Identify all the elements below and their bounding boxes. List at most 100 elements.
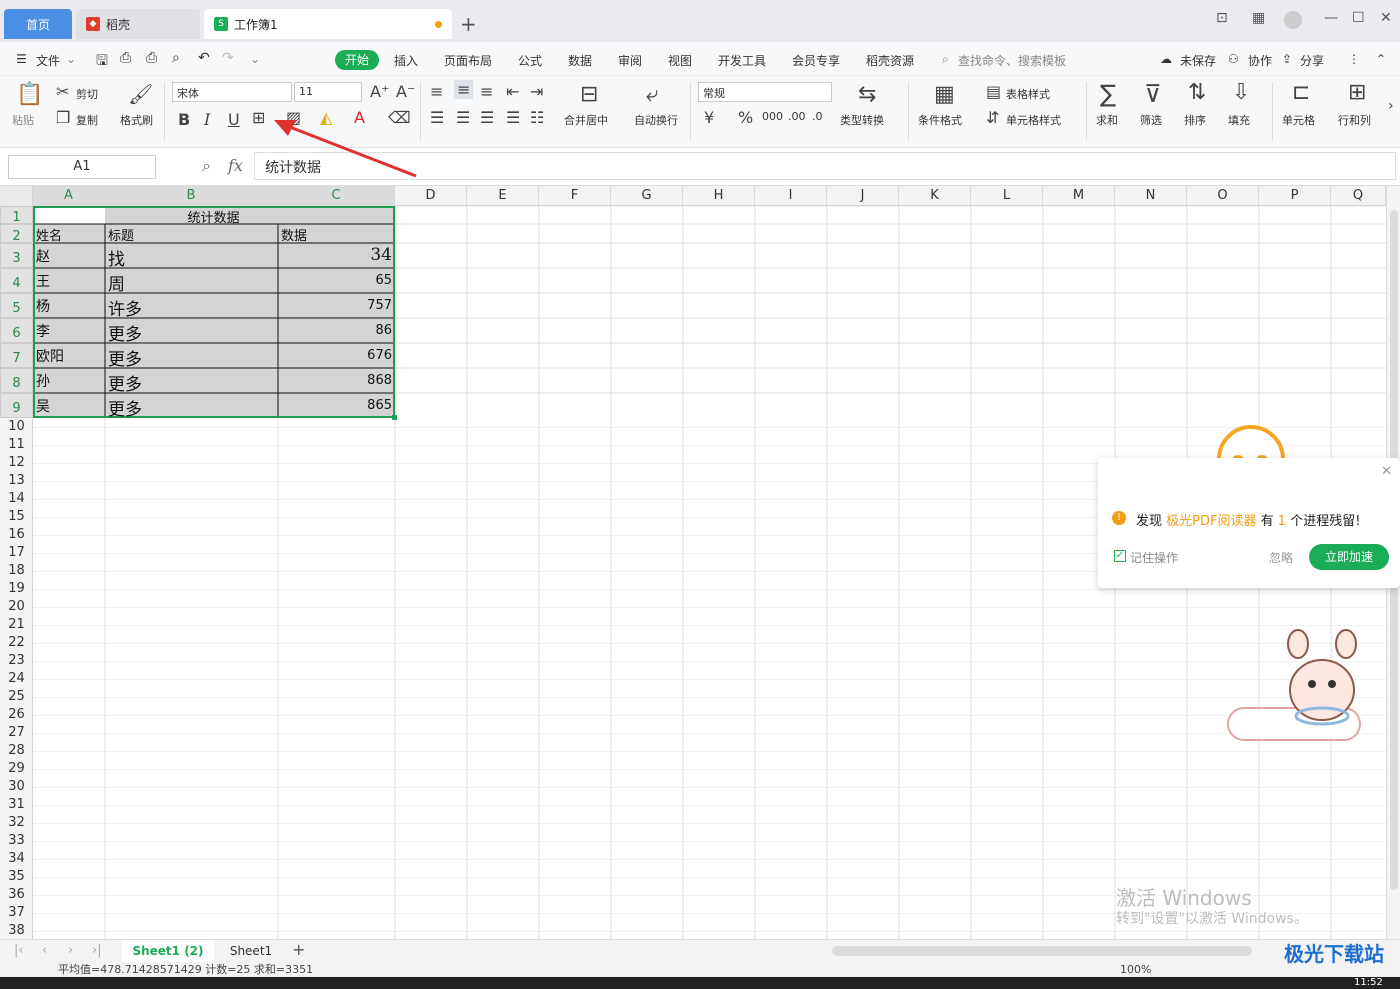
menu-developer[interactable]: 开发工具: [718, 52, 766, 69]
italic-icon[interactable]: I: [204, 110, 210, 129]
underline-icon[interactable]: U: [228, 110, 240, 129]
column-header[interactable]: B: [105, 186, 278, 206]
column-header[interactable]: I: [755, 186, 827, 206]
avatar[interactable]: [1284, 11, 1302, 29]
row-header[interactable]: 31: [0, 796, 33, 814]
menu-member[interactable]: 会员专享: [792, 52, 840, 69]
decrease-font-icon[interactable]: A⁻: [396, 82, 415, 101]
next-sheet-icon[interactable]: ›: [68, 943, 73, 958]
sheet-tab[interactable]: Sheet1: [218, 940, 284, 962]
remember-checkbox[interactable]: ✓: [1114, 550, 1126, 562]
row-header[interactable]: 2: [0, 224, 33, 244]
increase-font-icon[interactable]: A⁺: [370, 82, 389, 101]
menu-data[interactable]: 数据: [568, 52, 592, 69]
column-header[interactable]: L: [971, 186, 1043, 206]
indent-increase-icon[interactable]: ⇥: [530, 82, 543, 101]
row-header[interactable]: 33: [0, 832, 33, 850]
paste-icon[interactable]: 📋: [16, 82, 43, 107]
data-cell[interactable]: 赵: [36, 246, 50, 266]
menu-file[interactable]: 文件: [36, 52, 60, 69]
row-header[interactable]: 10: [0, 418, 33, 436]
export-pdf-icon[interactable]: ⎙: [120, 50, 131, 66]
data-cell[interactable]: 34: [281, 245, 392, 265]
column-header[interactable]: M: [1043, 186, 1115, 206]
speed-up-button[interactable]: 立即加速: [1309, 544, 1389, 570]
share-button[interactable]: 分享: [1300, 52, 1324, 69]
cell-style-button[interactable]: 单元格样式: [1006, 112, 1061, 128]
chevron-down-icon[interactable]: ⌄: [66, 52, 76, 66]
row-header[interactable]: 19: [0, 580, 33, 598]
menu-review[interactable]: 审阅: [618, 52, 642, 69]
distribute-icon[interactable]: ☷: [530, 108, 544, 127]
table-title-cell[interactable]: 统计数据: [105, 207, 322, 226]
row-header[interactable]: 34: [0, 850, 33, 868]
undo-icon[interactable]: ↶: [198, 50, 210, 66]
redo-icon[interactable]: ↷: [222, 50, 234, 66]
data-cell[interactable]: 65: [281, 273, 392, 288]
currency-icon[interactable]: ¥: [704, 108, 714, 127]
menu-start[interactable]: 开始: [335, 50, 379, 70]
column-header[interactable]: K: [899, 186, 971, 206]
table-style-button[interactable]: 表格样式: [1006, 86, 1050, 102]
column-header[interactable]: A: [33, 186, 105, 206]
new-tab-icon[interactable]: +: [460, 12, 477, 36]
thousands-icon[interactable]: 000: [762, 110, 783, 123]
ribbon-scroll-right-icon[interactable]: ›: [1388, 98, 1394, 114]
wrap-text-button[interactable]: 自动换行: [634, 112, 678, 128]
row-header[interactable]: 36: [0, 886, 33, 904]
cut-button[interactable]: 剪切: [76, 86, 98, 102]
header-cell[interactable]: 标题: [108, 225, 134, 244]
row-header[interactable]: 29: [0, 760, 33, 778]
menu-view[interactable]: 视图: [668, 52, 692, 69]
preview-icon[interactable]: ⌕: [172, 50, 180, 66]
grid-apps-icon[interactable]: ▦: [1252, 10, 1265, 26]
row-header[interactable]: 38: [0, 922, 33, 939]
row-column-button[interactable]: 行和列: [1338, 112, 1371, 128]
data-cell[interactable]: 更多: [108, 320, 142, 345]
column-header[interactable]: Q: [1331, 186, 1386, 206]
data-cell[interactable]: 757: [281, 298, 392, 313]
indent-decrease-icon[interactable]: ⇤: [506, 82, 519, 101]
column-header[interactable]: F: [539, 186, 611, 206]
align-top-icon[interactable]: ≡: [430, 82, 443, 101]
collapse-ribbon-icon[interactable]: ⌃: [1376, 52, 1386, 66]
last-sheet-icon[interactable]: ›|: [92, 943, 102, 958]
row-header[interactable]: 17: [0, 544, 33, 562]
zoom-level[interactable]: 100%: [1120, 963, 1151, 977]
menu-docer-resources[interactable]: 稻壳资源: [866, 52, 914, 69]
row-header[interactable]: 6: [0, 318, 33, 343]
row-header[interactable]: 8: [0, 368, 33, 393]
row-header[interactable]: 4: [0, 268, 33, 293]
column-header[interactable]: E: [467, 186, 539, 206]
cell-button[interactable]: 单元格: [1282, 112, 1315, 128]
data-cell[interactable]: 李: [36, 321, 50, 341]
quick-access-dropdown-icon[interactable]: ⌄: [250, 52, 260, 66]
row-header[interactable]: 28: [0, 742, 33, 760]
row-header[interactable]: 9: [0, 393, 33, 418]
row-header[interactable]: 35: [0, 868, 33, 886]
data-cell[interactable]: 吴: [36, 396, 50, 416]
window-layout-icon[interactable]: ⊡: [1216, 10, 1228, 26]
align-middle-icon[interactable]: ≡: [454, 80, 474, 99]
data-cell[interactable]: 865: [281, 398, 392, 413]
more-icon[interactable]: ⋮: [1348, 52, 1360, 66]
hamburger-icon[interactable]: ☰: [16, 52, 27, 66]
name-box[interactable]: A1: [8, 155, 156, 179]
fx-icon[interactable]: fx: [228, 156, 243, 175]
data-cell[interactable]: 王: [36, 271, 50, 291]
row-header[interactable]: 27: [0, 724, 33, 742]
column-header[interactable]: G: [611, 186, 683, 206]
data-cell[interactable]: 许多: [108, 295, 142, 320]
maximize-icon[interactable]: ☐: [1352, 10, 1365, 26]
column-header[interactable]: N: [1115, 186, 1187, 206]
data-cell[interactable]: 孙: [36, 371, 50, 391]
data-cell[interactable]: 更多: [108, 345, 142, 370]
row-header[interactable]: 15: [0, 508, 33, 526]
data-cell[interactable]: 86: [281, 323, 392, 338]
ignore-button[interactable]: 忽略: [1269, 549, 1293, 566]
increase-decimal-icon[interactable]: .00: [788, 110, 806, 123]
row-header[interactable]: 7: [0, 343, 33, 368]
justify-icon[interactable]: ☰: [506, 108, 520, 127]
collab-button[interactable]: 协作: [1248, 52, 1272, 69]
row-header[interactable]: 16: [0, 526, 33, 544]
